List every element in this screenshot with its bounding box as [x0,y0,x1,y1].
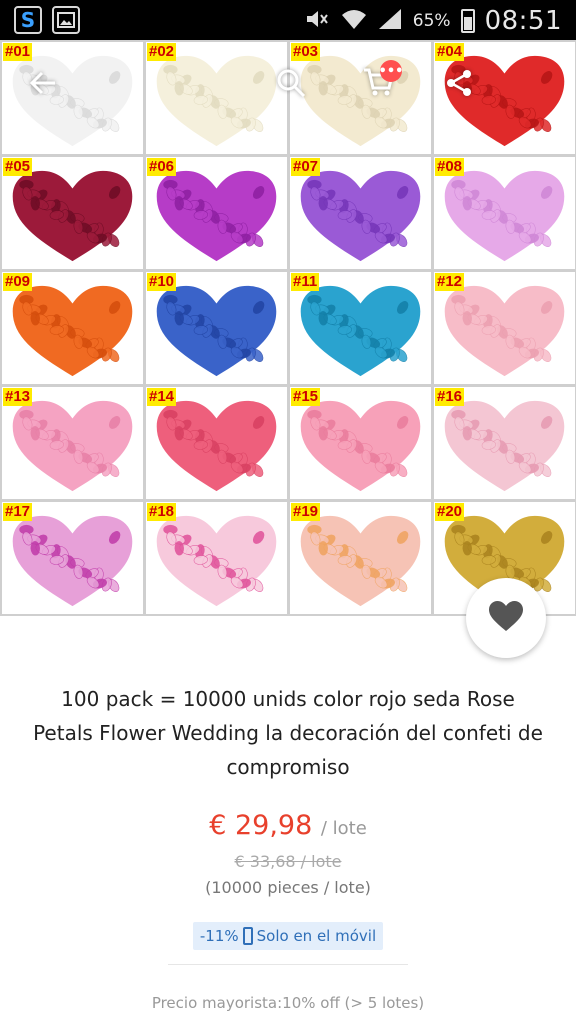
swatch-cell: #09 [2,272,143,384]
petal-heart-image [12,285,133,377]
swatch-label: #17 [3,503,33,521]
swatch-label: #08 [435,158,465,176]
price-line: € 29,98 / lote [0,810,576,841]
swatch-label: #05 [3,158,33,176]
divider [168,964,408,965]
swatch-cell: #02 [146,42,287,154]
petal-heart-image [12,170,133,262]
battery-icon [460,9,475,33]
petal-heart-image [444,170,565,262]
swatch-cell: #13 [2,387,143,499]
petal-heart-image [156,170,277,262]
swatch-label: #16 [435,388,465,406]
swatch-cell: #17 [2,502,143,614]
product-image[interactable]: #01 #02 #03 #04 #05 #06 #07 #08 #09 #10 #11 #12 #13 #… [0,40,576,616]
swatch-label: #06 [147,158,177,176]
swatch-label: #03 [291,43,321,61]
petal-heart-image [444,285,565,377]
petal-heart-image [156,55,277,147]
petal-heart-image [156,400,277,492]
status-bar: S 65% 08:51 [0,0,576,40]
swatch-cell: #15 [290,387,431,499]
cart-badge: ••• [379,60,403,82]
swatch-label: #14 [147,388,177,406]
product-title: 100 pack = 10000 unids color rojo seda R… [33,687,543,779]
image-icon [52,6,80,34]
petal-heart-image [156,285,277,377]
price-unit: / lote [320,818,367,839]
battery-percent: 65% [412,11,451,31]
petal-heart-image [300,170,421,262]
swatch-label: #19 [291,503,321,521]
swatch-cell: #18 [146,502,287,614]
petal-heart-image [12,400,133,492]
clock: 08:51 [484,6,562,36]
petal-heart-image [12,515,133,607]
swatch-cell: #14 [146,387,287,499]
swatch-label: #01 [3,43,33,61]
share-icon[interactable] [436,60,482,106]
swatch-label: #11 [291,273,320,291]
swatch-label: #02 [147,43,177,61]
swatch-label: #20 [435,503,465,521]
heart-icon [488,600,524,636]
swatch-cell: #10 [146,272,287,384]
s-logo-icon: S [14,6,42,34]
swatch-cell: #06 [146,157,287,269]
favorite-button[interactable] [466,578,546,658]
pieces-per-lot: (10000 pieces / lote) [205,878,371,897]
swatch-cell: #05 [2,157,143,269]
swatch-label: #13 [3,388,33,406]
petal-heart-image [156,515,277,607]
petal-heart-image [300,515,421,607]
swatch-cell: #11 [290,272,431,384]
swatch-label: #04 [435,43,465,61]
signal-icon [377,8,403,35]
price: € 29,98 [209,810,313,841]
petal-heart-image [300,400,421,492]
mobile-discount-badge: -11% Solo en el móvil [193,922,383,950]
wholesale-price: Precio mayorista:10% off (> 5 lotes) [151,994,425,1012]
swatch-label: #09 [3,273,33,291]
swatch-label: #18 [147,503,177,521]
swatch-cell: #08 [434,157,575,269]
mobile-only-label: Solo en el móvil [256,927,377,945]
swatch-label: #07 [291,158,321,176]
mute-icon [305,8,331,35]
swatch-cell: #12 [434,272,575,384]
swatch-label: #12 [435,273,465,291]
swatch-cell: #16 [434,387,575,499]
discount-percent: -11% [199,927,239,945]
swatch-cell: #07 [290,157,431,269]
swatch-cell: #19 [290,502,431,614]
swatch-label: #10 [147,273,177,291]
search-icon[interactable] [268,60,314,106]
phone-icon [242,927,253,945]
petal-heart-image [444,400,565,492]
swatch-label: #15 [291,388,321,406]
product-info: 100 pack = 10000 unids color rojo seda R… [0,616,576,1024]
original-price: € 33,68 / lote [234,852,342,871]
wifi-icon [341,8,367,35]
petal-heart-image [300,285,421,377]
cart-button[interactable]: ••• [356,60,403,106]
arrow-back-icon[interactable] [20,60,66,106]
